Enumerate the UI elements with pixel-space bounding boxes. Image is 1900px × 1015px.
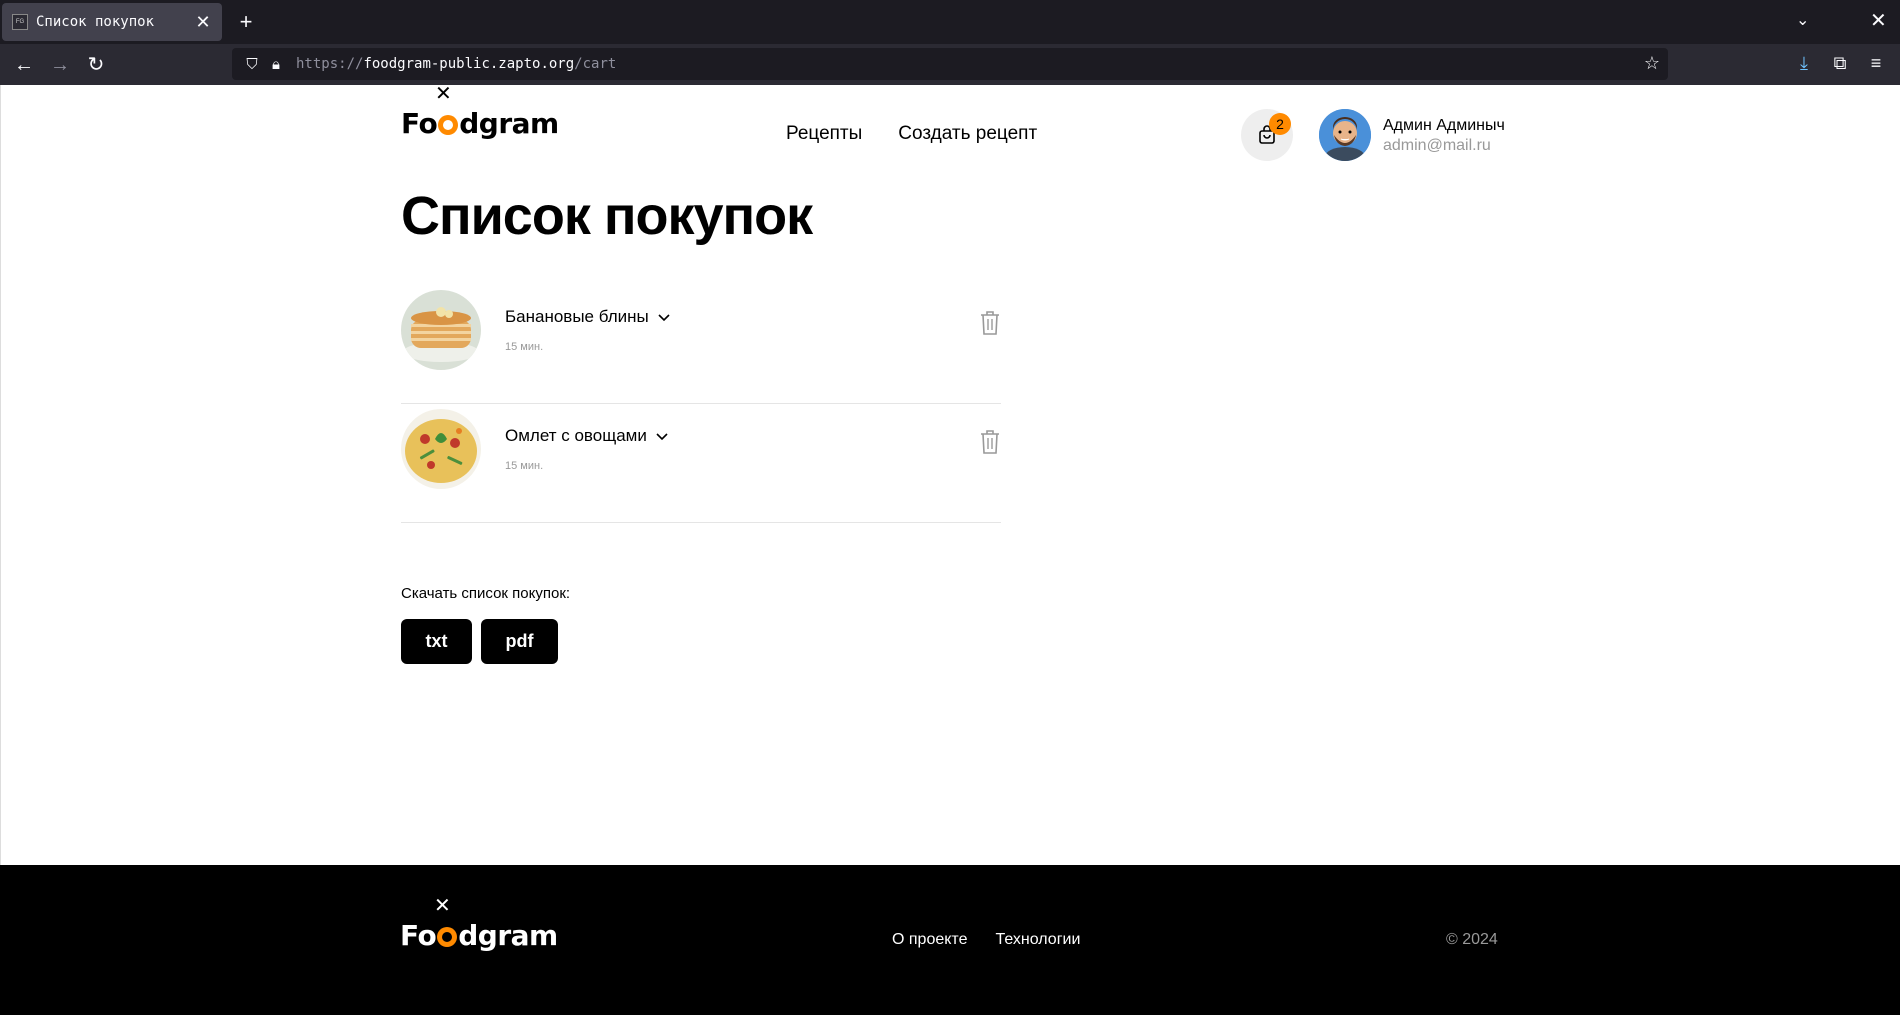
copyright: © 2024	[1446, 931, 1498, 948]
logo-text-suffix: dgram	[459, 106, 559, 140]
lock-icon[interactable]: 🔒︎	[264, 56, 288, 73]
logo-ring-icon	[437, 927, 458, 947]
bookmark-star-icon[interactable]: ☆	[1644, 53, 1660, 74]
chevron-down-icon	[658, 314, 670, 322]
logo-ring-icon	[438, 115, 459, 135]
tab-list-chevron-icon[interactable]: ⌄	[1796, 10, 1809, 30]
cart-count-badge: 2	[1269, 113, 1291, 135]
site-logo[interactable]: ✕ Fo dgram	[401, 81, 559, 143]
recipe-name: Омлет с овощами	[505, 426, 647, 445]
download-pdf-button[interactable]: pdf	[481, 619, 558, 664]
download-icon[interactable]: ⤓	[1792, 53, 1816, 74]
tab-title: Список покупок	[36, 14, 155, 30]
reload-icon[interactable]: ↻	[82, 52, 110, 78]
pancakes-image-icon	[401, 290, 481, 370]
avatar[interactable]	[1319, 109, 1371, 161]
browser-navbar: ← → ↻ ⛉ 🔒︎ https://foodgram-public.zapto…	[0, 44, 1900, 85]
tab-favicon-icon: FG	[12, 14, 28, 30]
header-nav: Рецепты Создать рецепт	[786, 123, 1037, 145]
browser-tab[interactable]: FG Список покупок ✕	[2, 3, 222, 41]
nav-recipes-link[interactable]: Рецепты	[786, 123, 862, 145]
download-label: Скачать список покупок:	[401, 585, 571, 602]
list-item: Банановые блины 15 мин.	[401, 285, 1001, 404]
trash-icon[interactable]	[979, 310, 1001, 336]
list-item: Омлет с овощами 15 мин.	[401, 404, 1001, 523]
nav-create-recipe-link[interactable]: Создать рецепт	[898, 123, 1037, 145]
back-arrow-icon[interactable]: ←	[10, 52, 38, 78]
window-close-icon[interactable]: ✕	[1870, 8, 1887, 33]
tab-close-icon[interactable]: ✕	[194, 12, 212, 33]
fork-icon: ✕	[435, 81, 452, 105]
recipe-image-omelette[interactable]	[401, 409, 481, 489]
forward-arrow-icon[interactable]: →	[46, 52, 74, 78]
chevron-down-icon	[656, 433, 668, 441]
cart-button[interactable]: 2	[1241, 109, 1293, 161]
download-txt-button[interactable]: txt	[401, 619, 472, 664]
url-path: /cart	[574, 56, 617, 72]
footer: ✕ Fo dgram О проекте Технологии © 2024	[0, 865, 1900, 1015]
new-tab-button[interactable]: +	[232, 8, 260, 36]
recipe-time: 15 мин.	[505, 341, 544, 353]
extensions-icon[interactable]: ⧉	[1828, 53, 1852, 74]
shield-icon[interactable]: ⛉	[240, 56, 264, 73]
logo-text-prefix: Fo	[400, 918, 437, 952]
url-host: foodgram-public.zapto.org	[363, 56, 575, 72]
url-scheme: https://	[296, 56, 364, 72]
page-title: Список покупок	[401, 186, 813, 246]
menu-icon[interactable]: ≡	[1864, 53, 1888, 74]
footer-about-link[interactable]: О проекте	[892, 931, 967, 949]
logo-text-suffix: dgram	[458, 918, 558, 952]
omelette-image-icon	[401, 409, 481, 489]
logo-text-prefix: Fo	[401, 106, 438, 140]
browser-tabbar: FG Список покупок ✕ + ⌄ ✕	[0, 0, 1900, 44]
page: ✕ Fo dgram Рецепты Создать рецепт 2 Админ…	[0, 81, 1900, 865]
fork-icon: ✕	[434, 893, 451, 917]
footer-tech-link[interactable]: Технологии	[995, 931, 1080, 949]
footer-logo[interactable]: ✕ Fo dgram	[400, 893, 558, 955]
footer-nav: О проекте Технологии	[892, 931, 1080, 949]
cart-list: Банановые блины 15 мин. Омлет с овощами …	[401, 285, 1001, 523]
recipe-name: Банановые блины	[505, 307, 649, 326]
url-text[interactable]: https://foodgram-public.zapto.org/cart	[296, 56, 616, 72]
url-bar[interactable]: ⛉ 🔒︎ https://foodgram-public.zapto.org/c…	[232, 48, 1668, 80]
recipe-name-dropdown[interactable]: Омлет с овощами	[505, 426, 669, 446]
trash-icon[interactable]	[979, 429, 1001, 455]
recipe-name-dropdown[interactable]: Банановые блины	[505, 307, 671, 327]
recipe-time: 15 мин.	[505, 460, 544, 472]
download-buttons: txt pdf	[401, 619, 558, 664]
user-email: admin@mail.ru	[1383, 137, 1491, 154]
user-avatar-icon	[1319, 109, 1371, 161]
user-name: Админ Админыч	[1383, 117, 1505, 134]
recipe-image-pancakes[interactable]	[401, 290, 481, 370]
